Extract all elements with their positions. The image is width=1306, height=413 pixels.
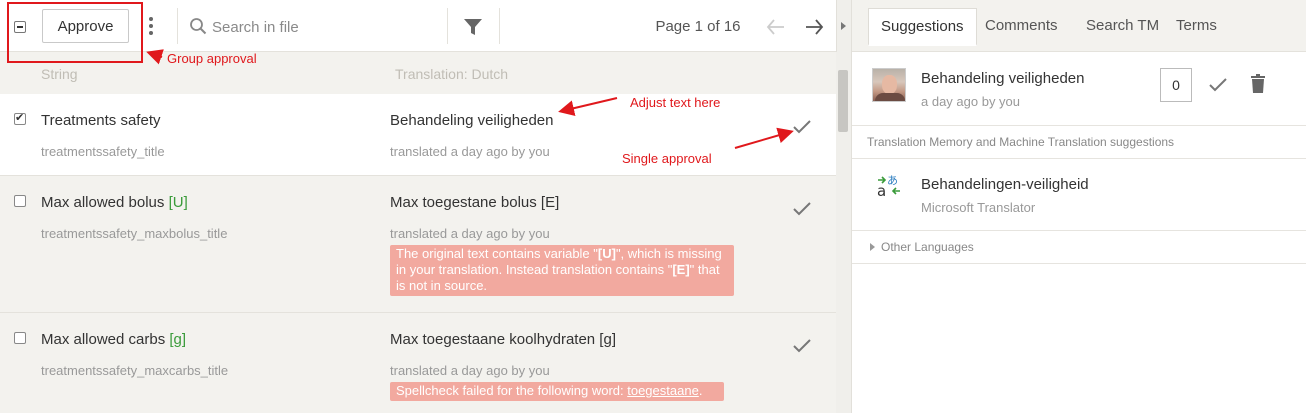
kebab-menu-icon[interactable]	[148, 17, 154, 37]
trash-icon[interactable]	[1250, 74, 1266, 94]
validation-warning: The original text contains variable "[U]…	[390, 245, 734, 296]
tm-section-label: Translation Memory and Machine Translati…	[867, 135, 1175, 149]
translator-icon: a あ	[877, 174, 900, 198]
source-text: Max allowed bolus [U]	[41, 194, 188, 211]
string-row[interactable]: Max allowed carbs [g] treatmentssafety_m…	[0, 313, 836, 413]
annotation-group-approval: Group approval	[167, 51, 257, 66]
check-icon[interactable]	[791, 118, 813, 136]
tab-terms[interactable]: Terms	[1164, 8, 1229, 46]
translation-meta: translated a day ago by you	[390, 144, 550, 159]
row-checkbox[interactable]	[14, 111, 26, 125]
source-text: Max allowed carbs [g]	[41, 331, 187, 348]
translation-text[interactable]: Behandeling veiligheden	[390, 112, 553, 129]
tab-suggestions[interactable]: Suggestions	[868, 8, 977, 46]
check-icon[interactable]	[1208, 76, 1228, 94]
column-header-translation: Translation: Dutch	[395, 66, 509, 82]
collapse-arrow-icon[interactable]	[841, 22, 846, 30]
vote-count: 0	[1160, 68, 1192, 102]
translation-meta: translated a day ago by you	[390, 363, 550, 378]
other-languages-toggle[interactable]: Other Languages	[870, 240, 974, 254]
suggestion-meta: a day ago by you	[921, 94, 1021, 109]
arrow-left-icon[interactable]	[765, 16, 787, 38]
source-variable: [U]	[168, 194, 188, 211]
editor-pane: Approve Page 1 of 16 String Translation:…	[0, 0, 836, 413]
tab-search-tm[interactable]: Search TM	[1074, 8, 1171, 46]
svg-text:あ: あ	[887, 174, 898, 187]
check-icon[interactable]	[791, 337, 813, 355]
annotation-single-approval: Single approval	[622, 151, 712, 166]
expand-triangle-icon	[870, 243, 875, 251]
string-key: treatmentssafety_maxcarbs_title	[41, 363, 229, 378]
source-text: Treatments safety	[41, 112, 161, 129]
suggestions-pane: Suggestions Comments Search TM Terms Beh…	[852, 0, 1306, 413]
translation-meta: translated a day ago by you	[390, 226, 550, 241]
row-checkbox[interactable]	[14, 195, 26, 207]
other-languages-label: Other Languages	[881, 240, 974, 254]
check-icon[interactable]	[791, 200, 813, 218]
column-header-string: String	[41, 66, 78, 82]
svg-text:a: a	[877, 182, 886, 198]
mt-suggestion-text[interactable]: Behandelingen-veiligheid	[921, 176, 1089, 193]
scroll-thumb[interactable]	[838, 70, 848, 132]
string-row[interactable]: Max allowed bolus [U] treatmentssafety_m…	[0, 176, 836, 313]
arrow-right-icon[interactable]	[803, 16, 825, 38]
side-tabs: Suggestions Comments Search TM Terms	[852, 0, 1306, 52]
row-checkbox[interactable]	[14, 332, 26, 344]
toolbar-divider	[499, 8, 500, 44]
editor-scrollbar[interactable]	[836, 52, 850, 413]
validation-warning: Spellcheck failed for the following word…	[390, 382, 724, 401]
annotation-highlight-box	[7, 2, 143, 63]
avatar	[872, 68, 906, 102]
annotation-adjust-text: Adjust text here	[630, 95, 721, 110]
translation-text[interactable]: Max toegestaane koolhydraten [g]	[390, 331, 616, 348]
search-icon	[190, 18, 207, 35]
search-input[interactable]	[212, 13, 442, 41]
filter-icon[interactable]	[462, 16, 484, 38]
mt-engine-name: Microsoft Translator	[921, 200, 1036, 215]
string-key: treatmentssafety_title	[41, 144, 165, 159]
mt-suggestion-item[interactable]	[852, 159, 1306, 231]
toolbar-divider	[447, 8, 448, 44]
tab-comments[interactable]: Comments	[973, 8, 1070, 46]
string-key: treatmentssafety_maxbolus_title	[41, 226, 228, 241]
translation-text[interactable]: Max toegestane bolus [E]	[390, 194, 559, 211]
toolbar-divider	[177, 8, 178, 44]
suggestion-item[interactable]	[852, 52, 1306, 126]
source-variable: [g]	[169, 331, 187, 348]
page-indicator: Page 1 of 16	[655, 18, 741, 35]
suggestion-text[interactable]: Behandeling veiligheden	[921, 70, 1084, 87]
